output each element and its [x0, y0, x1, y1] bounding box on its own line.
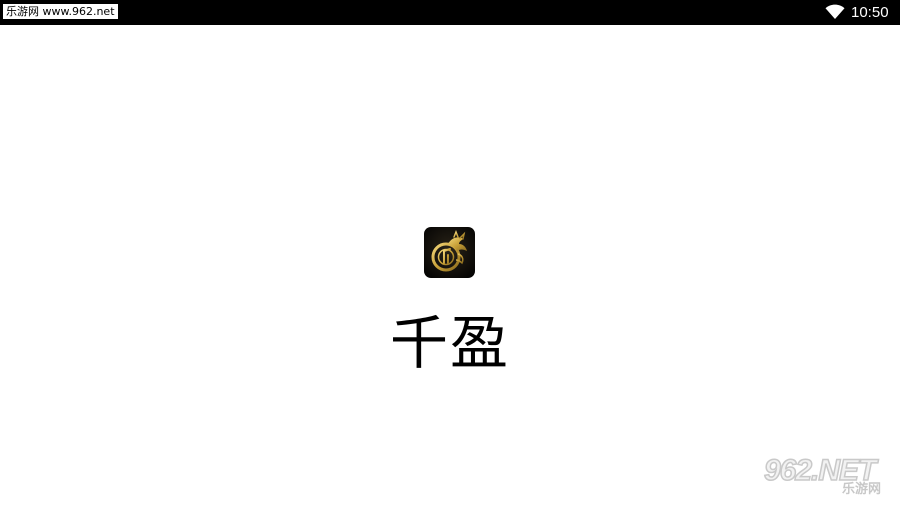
status-bar: 乐游网 www.962.net 10:50 — [0, 0, 900, 25]
dragon-logo-icon — [424, 227, 475, 278]
wifi-icon — [825, 4, 845, 19]
corner-watermark-sub: 乐游网 — [842, 482, 882, 497]
app-name-title: 千盈 — [389, 309, 510, 377]
site-watermark: 乐游网 www.962.net — [3, 4, 118, 19]
corner-watermark-logo: 962.NET 乐游网 — [760, 453, 896, 502]
clock: 10:50 — [851, 4, 889, 21]
splash-screen: 乐游网 www.962.net 10:50 千盈 962.NET 乐游网 — [0, 0, 900, 506]
